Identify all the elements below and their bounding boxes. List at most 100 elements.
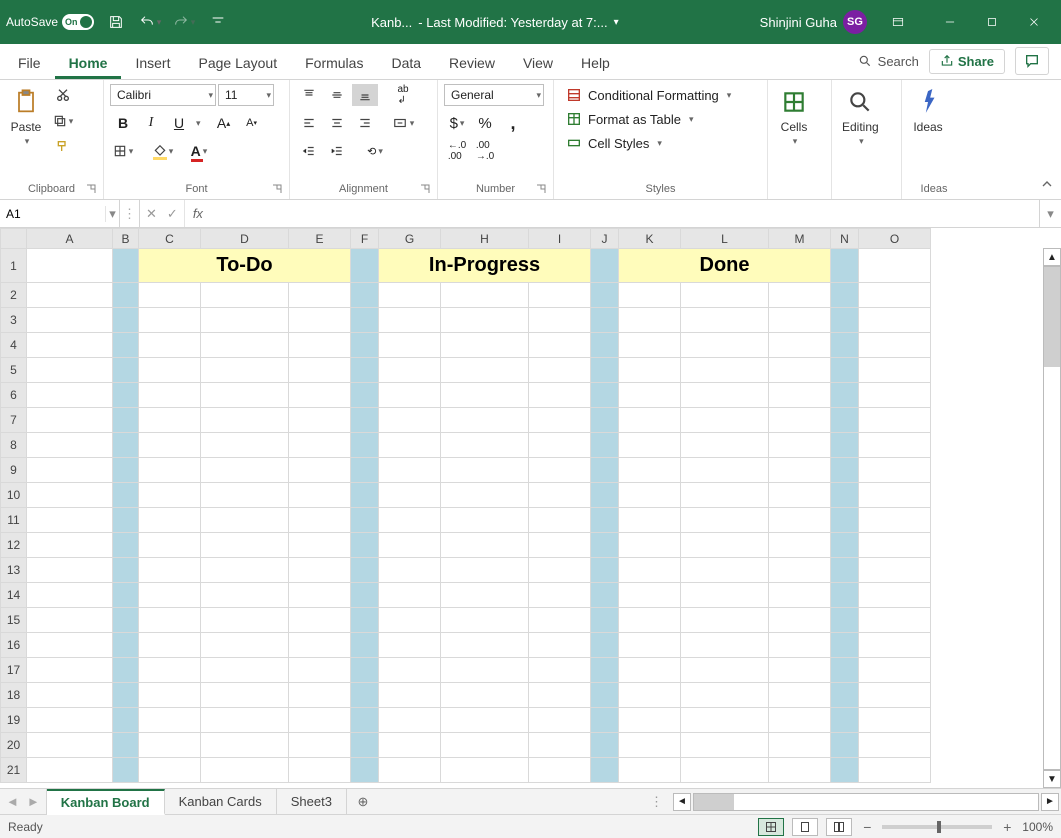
cell-M16[interactable] bbox=[769, 633, 831, 658]
cell-M12[interactable] bbox=[769, 533, 831, 558]
col-header-E[interactable]: E bbox=[289, 229, 351, 249]
col-header-A[interactable]: A bbox=[27, 229, 113, 249]
col-header-K[interactable]: K bbox=[619, 229, 681, 249]
cell-I13[interactable] bbox=[529, 558, 591, 583]
cell-I2[interactable] bbox=[529, 283, 591, 308]
cell-L19[interactable] bbox=[681, 708, 769, 733]
cell-A8[interactable] bbox=[27, 433, 113, 458]
cell-D8[interactable] bbox=[201, 433, 289, 458]
cell-E19[interactable] bbox=[289, 708, 351, 733]
row-header-11[interactable]: 11 bbox=[1, 508, 27, 533]
row-header-9[interactable]: 9 bbox=[1, 458, 27, 483]
cell-I15[interactable] bbox=[529, 608, 591, 633]
cell-K11[interactable] bbox=[619, 508, 681, 533]
cell-K4[interactable] bbox=[619, 333, 681, 358]
horizontal-scrollbar[interactable]: ◄ ► bbox=[671, 789, 1061, 814]
vertical-scrollbar[interactable]: ▲ ▼ bbox=[1043, 248, 1061, 788]
cell-K14[interactable] bbox=[619, 583, 681, 608]
row-header-3[interactable]: 3 bbox=[1, 308, 27, 333]
col-header-G[interactable]: G bbox=[379, 229, 441, 249]
cell-E13[interactable] bbox=[289, 558, 351, 583]
new-sheet-button[interactable]: ⊕ bbox=[347, 789, 379, 814]
cell-D3[interactable] bbox=[201, 308, 289, 333]
cell-I17[interactable] bbox=[529, 658, 591, 683]
cell-I19[interactable] bbox=[529, 708, 591, 733]
search-box[interactable]: Search bbox=[858, 54, 919, 69]
cell-N6[interactable] bbox=[831, 383, 859, 408]
cell-N16[interactable] bbox=[831, 633, 859, 658]
wrap-text-button[interactable]: ab↲ bbox=[390, 84, 416, 106]
cut-button[interactable] bbox=[50, 84, 76, 106]
tab-split-handle[interactable]: ⋮ bbox=[642, 789, 671, 814]
cell-D16[interactable] bbox=[201, 633, 289, 658]
cell-I11[interactable] bbox=[529, 508, 591, 533]
cell-J5[interactable] bbox=[591, 358, 619, 383]
align-bottom-button[interactable] bbox=[352, 84, 378, 106]
cell-K3[interactable] bbox=[619, 308, 681, 333]
cell-A2[interactable] bbox=[27, 283, 113, 308]
cell-L2[interactable] bbox=[681, 283, 769, 308]
cell-E9[interactable] bbox=[289, 458, 351, 483]
cell-E12[interactable] bbox=[289, 533, 351, 558]
autosave-toggle[interactable]: On bbox=[62, 14, 94, 30]
cell-A4[interactable] bbox=[27, 333, 113, 358]
cell-G15[interactable] bbox=[379, 608, 441, 633]
cell-J19[interactable] bbox=[591, 708, 619, 733]
tab-data[interactable]: Data bbox=[377, 49, 435, 79]
tab-file[interactable]: File bbox=[4, 49, 55, 79]
align-right-button[interactable] bbox=[352, 112, 378, 134]
cell-N15[interactable] bbox=[831, 608, 859, 633]
cell-C5[interactable] bbox=[139, 358, 201, 383]
cell-D7[interactable] bbox=[201, 408, 289, 433]
share-button[interactable]: Share bbox=[929, 49, 1005, 74]
cell-B11[interactable] bbox=[113, 508, 139, 533]
cell-N18[interactable] bbox=[831, 683, 859, 708]
sheet-tab-kanban-board[interactable]: Kanban Board bbox=[47, 789, 165, 815]
cell-K20[interactable] bbox=[619, 733, 681, 758]
cell-G7[interactable] bbox=[379, 408, 441, 433]
sheet-tab-kanban-cards[interactable]: Kanban Cards bbox=[165, 789, 277, 814]
cell-B1[interactable] bbox=[113, 249, 139, 283]
user-account[interactable]: Shinjini Guha SG bbox=[760, 10, 867, 34]
cell-L6[interactable] bbox=[681, 383, 769, 408]
cell-H6[interactable] bbox=[441, 383, 529, 408]
conditional-formatting-button[interactable]: Conditional Formatting▾ bbox=[560, 84, 737, 106]
number-dialog-launcher[interactable] bbox=[535, 183, 547, 195]
cell-O14[interactable] bbox=[859, 583, 931, 608]
cell-C10[interactable] bbox=[139, 483, 201, 508]
cell-N20[interactable] bbox=[831, 733, 859, 758]
cell-A5[interactable] bbox=[27, 358, 113, 383]
cell-M4[interactable] bbox=[769, 333, 831, 358]
cell-F12[interactable] bbox=[351, 533, 379, 558]
vscroll-track[interactable] bbox=[1043, 266, 1061, 770]
cell-J8[interactable] bbox=[591, 433, 619, 458]
cell-E20[interactable] bbox=[289, 733, 351, 758]
cell-E8[interactable] bbox=[289, 433, 351, 458]
cell-D6[interactable] bbox=[201, 383, 289, 408]
view-normal-button[interactable] bbox=[758, 818, 784, 836]
cell-B21[interactable] bbox=[113, 758, 139, 783]
cell-M15[interactable] bbox=[769, 608, 831, 633]
col-header-C[interactable]: C bbox=[139, 229, 201, 249]
cell-I8[interactable] bbox=[529, 433, 591, 458]
cell-E10[interactable] bbox=[289, 483, 351, 508]
cell-E2[interactable] bbox=[289, 283, 351, 308]
cell-K10[interactable] bbox=[619, 483, 681, 508]
cell-G14[interactable] bbox=[379, 583, 441, 608]
cell-I9[interactable] bbox=[529, 458, 591, 483]
row-header-13[interactable]: 13 bbox=[1, 558, 27, 583]
cell-G12[interactable] bbox=[379, 533, 441, 558]
cell-F8[interactable] bbox=[351, 433, 379, 458]
cell-M14[interactable] bbox=[769, 583, 831, 608]
qat-customize-icon[interactable] bbox=[206, 10, 230, 34]
cell-K8[interactable] bbox=[619, 433, 681, 458]
cell-F7[interactable] bbox=[351, 408, 379, 433]
align-left-button[interactable] bbox=[296, 112, 322, 134]
cell-O20[interactable] bbox=[859, 733, 931, 758]
col-header-M[interactable]: M bbox=[769, 229, 831, 249]
cell-M5[interactable] bbox=[769, 358, 831, 383]
cell-A6[interactable] bbox=[27, 383, 113, 408]
cell-C19[interactable] bbox=[139, 708, 201, 733]
cell-J6[interactable] bbox=[591, 383, 619, 408]
cell-F17[interactable] bbox=[351, 658, 379, 683]
